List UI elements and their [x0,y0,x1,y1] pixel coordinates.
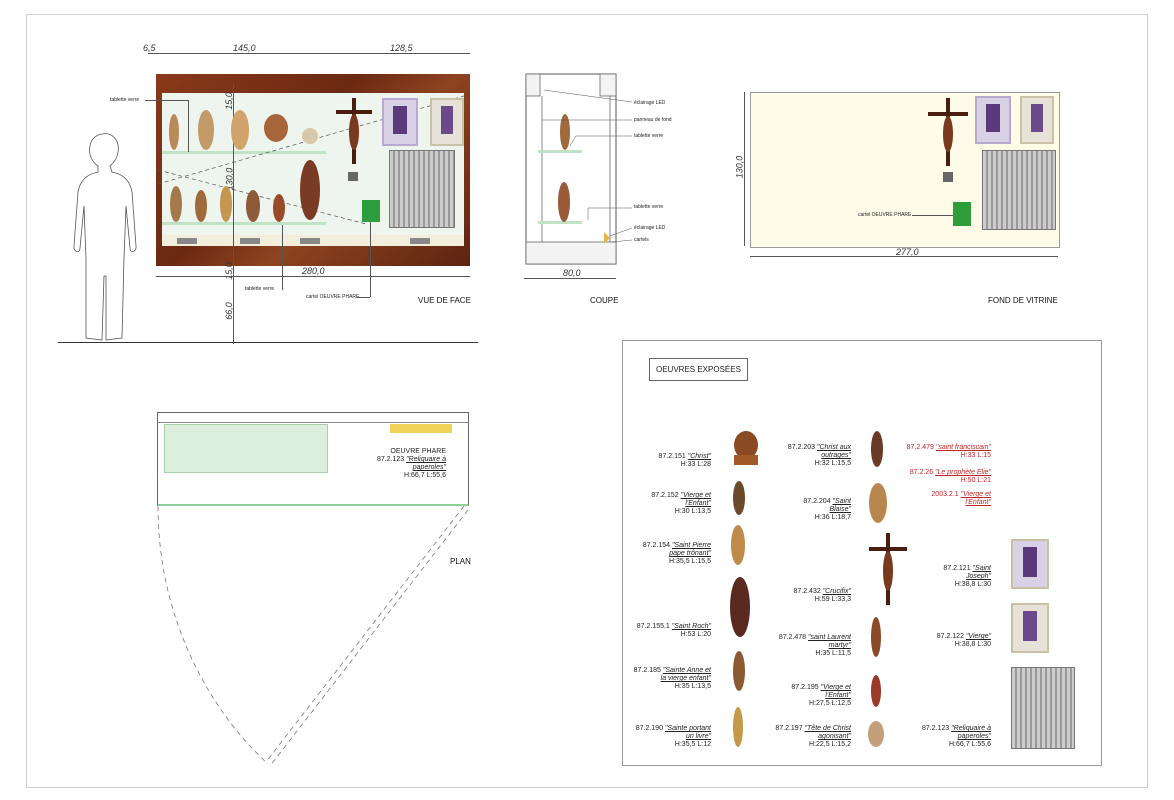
reliquaire-panel [389,150,455,228]
fond-label-cartel: cartel OEUVRE PHARE [858,212,912,218]
label-cartel-phare: cartel OEUVRE PHARE [306,294,360,300]
crucifix-icon [928,98,968,166]
floor-line [58,342,478,343]
title-coupe: COUPE [590,296,619,305]
coupe-leader-lines [542,89,633,243]
dim-b: 128,5 [390,43,413,53]
thumb-sainte-livre [733,707,743,747]
cartel-87-2-195: 87.2.195 "Vierge et l'Enfant" H:27,5 L:12… [791,684,851,707]
door-swing-arc [157,505,469,767]
cartel-87-2-151: 87.2.151 "Christ" H:33 L:28 [658,453,711,468]
top-dim-line [148,53,470,54]
cartel-87-2-155-1: 87.2.155.1 "Saint Roch" H:53 L:20 [636,623,711,638]
cartel-87-2-190: 87.2.190 "Sainte portant un livre" H:35,5… [635,725,711,748]
cartel-87-2-154: 87.2.154 "Saint Pierre pape trônant" H:35… [642,542,711,565]
plan-display-zone [164,424,328,473]
thumb-vierge-enfant [733,481,745,515]
painting-vierge [430,98,464,146]
leader-line [282,225,283,289]
cartel-oeuvre-phare [953,202,971,226]
thumb-saint-roch [730,577,750,637]
leader-line [370,222,371,297]
dim-floor: 66,0 [223,302,234,320]
reliquaire-panel [982,150,1056,230]
width-dim-line [156,276,470,277]
painting-saint-joseph [382,98,418,146]
plan-phare-name: "Reliquaire à paperoles" [406,456,446,471]
cartel-87-2-26: 87.2.26 "Le prophète Elie" H:50 L:21 [909,469,991,484]
title-plan: PLAN [450,557,471,566]
small-cartel [943,172,953,182]
human-silhouette-icon [73,133,137,341]
thumb-saint-blaise [869,483,887,523]
oeuvres-panel: OEUVRES EXPOSÉES 87.2.151 "Christ" H:33 L… [622,340,1102,766]
thumb-christ-outrages [871,431,883,467]
fond-width: 277,0 [896,247,919,257]
cartel-2003-2-1: 2003.2.1 "Vierge et l'Enfant" [931,491,991,506]
cartel-87-2-478: 87.2.478 "saint Laurent martyr" H:35 L:11… [778,634,851,657]
dim-left: 6,5 [143,43,156,53]
coupe-label-eclairage1: éclairage LED [634,100,666,106]
coupe-width: 80,0 [563,268,581,278]
cartel-87-2-432: 87.2.432 "Crucifix" H:59 L:33,3 [793,588,851,603]
cartel-87-2-123: 87.2.123 "Reliquaire à paperoles" H:66,7 … [921,725,991,748]
cartel-87-2-197: 87.2.197 "Tête de Christ agonisant" H:22,… [775,725,851,748]
cartel-87-2-203: 87.2.203 "Christ aux outrages" H:32 L:15,… [787,444,851,467]
coupe-label-cartels: cartels [634,237,649,243]
painting-vierge [1020,96,1054,144]
cartel-oeuvre-phare [362,200,380,222]
label-tablette-top: tablette verre [110,97,140,103]
plan-phare-zone [390,424,452,433]
coupe-label-eclairage2: éclairage LED [634,225,666,231]
dim-width: 280,0 [302,266,325,276]
coupe-dim-line [524,278,616,279]
coupe-label-tablette1: tablette verre [634,133,664,139]
plan-phare-cartel: OEUVRE PHARE 87.2.123 "Reliquaire à pape… [360,448,446,480]
plan-phare-num: 87.2.123 [376,456,405,463]
thumb-sainte-anne [733,651,745,691]
cartel-87-2-121: 87.2.121 "Saint Joseph" H:38,8 L:30 [943,565,991,588]
plan-phare-size: H:66,7 L:55,6 [403,472,446,479]
thumb-saint-joseph [1011,539,1049,589]
leader-line [145,100,188,101]
dim-a: 145,0 [233,43,256,53]
coupe-label-tablette2: tablette verre [634,204,664,210]
cartel-87-2-185: 87.2.185 "Sainte Anne et la vierge enfan… [633,667,711,690]
thumb-saint-pierre [731,525,745,565]
leader-line [282,289,283,290]
thumb-christ [734,431,758,465]
label-tablette-bottom: tablette verre [245,286,275,292]
thumb-saint-laurent [871,617,881,657]
cartel-87-2-122: 87.2.122 "Vierge" H:38,8 L:30 [936,633,991,648]
thumb-reliquaire [1011,667,1075,749]
cartel-87-2-152: 87.2.152 "Vierge et l'Enfant" H:30 L:13,5 [651,492,711,515]
plan-phare-label: OEUVRE PHARE [390,448,446,455]
small-cartel [348,172,358,181]
oeuvres-header: OEUVRES EXPOSÉES [649,358,748,381]
thumb-tete-christ [868,721,884,747]
thumb-crucifix [869,533,907,605]
leader-line [912,215,953,216]
crucifix-icon [336,98,372,164]
leader-line [357,297,370,298]
dim-bot-h: 15,0 [223,262,234,280]
cartel-87-2-479: 87.2.479 "saint franciscain" H:33 L:15 [906,444,991,459]
coupe-label-panneau: panneau de fond [634,117,672,123]
statues-bottom-shelf [170,160,320,222]
leader-line [188,100,189,152]
plan-top-strip [157,422,469,423]
thumb-vierge-enfant-2 [871,675,881,707]
cartel-87-2-204: 87.2.204 "Saint Blaise" H:36 L:18,7 [803,498,851,521]
title-vue-de-face: VUE DE FACE [418,296,471,305]
title-fond: FOND DE VITRINE [988,296,1058,305]
fond-height: 130,0 [734,155,745,179]
painting-saint-joseph [975,96,1011,144]
thumb-vierge-painting [1011,603,1049,653]
